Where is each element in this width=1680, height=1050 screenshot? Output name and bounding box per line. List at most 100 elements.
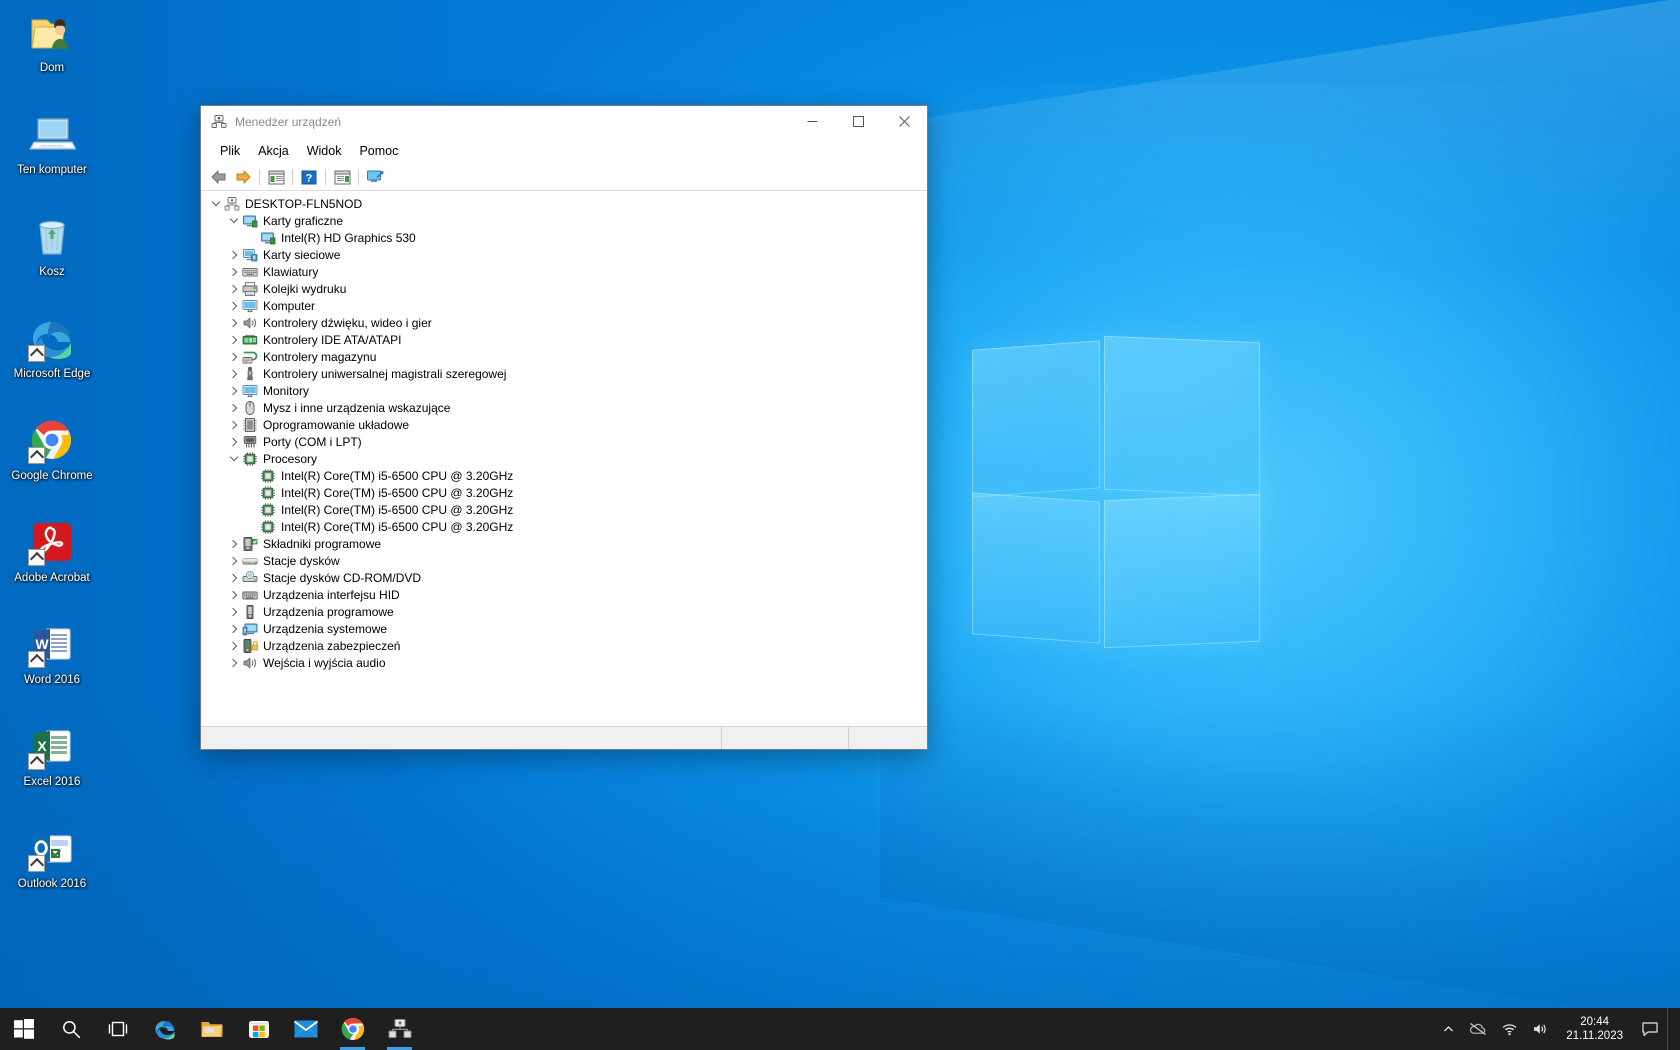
- tree-node[interactable]: Urządzenia zabezpieczeń: [202, 637, 927, 654]
- show-hidden-icons-button[interactable]: [1435, 1008, 1462, 1050]
- tree-node[interactable]: Kontrolery dźwięku, wideo i gier: [202, 314, 927, 331]
- tree-node[interactable]: Kontrolery uniwersalnej magistrali szere…: [202, 365, 927, 382]
- tree-node[interactable]: Intel(R) Core(TM) i5-6500 CPU @ 3.20GHz: [202, 484, 927, 501]
- desktop-icon-excel-2016[interactable]: X Excel 2016: [0, 714, 104, 814]
- desktop-icon-outlook-2016[interactable]: Outlook 2016: [0, 816, 104, 916]
- tree-node[interactable]: Stacje dysków CD-ROM/DVD: [202, 569, 927, 586]
- chevron-right-icon[interactable]: [226, 264, 242, 280]
- chevron-right-icon[interactable]: [226, 281, 242, 297]
- tree-node[interactable]: Wejścia i wyjścia audio: [202, 654, 927, 671]
- tree-node[interactable]: Monitory: [202, 382, 927, 399]
- tree-node[interactable]: Kontrolery magazynu: [202, 348, 927, 365]
- clock[interactable]: 20:44 21.11.2023: [1556, 1008, 1633, 1050]
- tree-node[interactable]: Porty (COM i LPT): [202, 433, 927, 450]
- chrome-icon: [341, 1017, 365, 1041]
- toolbar[interactable]: ?: [201, 164, 927, 191]
- tree-node[interactable]: Kolejki wydruku: [202, 280, 927, 297]
- action-center-button[interactable]: [1633, 1008, 1667, 1050]
- taskbar-microsoft-store[interactable]: [235, 1008, 282, 1050]
- maximize-button[interactable]: [835, 106, 881, 137]
- desktop-icon-google-chrome[interactable]: Google Chrome: [0, 408, 104, 508]
- chevron-down-icon[interactable]: [208, 196, 224, 212]
- tree-node[interactable]: Intel(R) HD Graphics 530: [202, 229, 927, 246]
- chevron-right-icon[interactable]: [226, 247, 242, 263]
- tree-node[interactable]: Komputer: [202, 297, 927, 314]
- chevron-right-icon[interactable]: [226, 349, 242, 365]
- tree-node[interactable]: Oprogramowanie układowe: [202, 416, 927, 433]
- chevron-right-icon[interactable]: [226, 536, 242, 552]
- tree-node[interactable]: Urządzenia systemowe: [202, 620, 927, 637]
- taskbar-chrome[interactable]: [329, 1008, 376, 1050]
- tree-node[interactable]: Intel(R) Core(TM) i5-6500 CPU @ 3.20GHz: [202, 501, 927, 518]
- volume-tray-icon[interactable]: [1525, 1008, 1556, 1050]
- desktop-icon-microsoft-edge[interactable]: Microsoft Edge: [0, 306, 104, 406]
- device-manager-window[interactable]: Menedżer urządzeń PlikAkcjaWidokPomoc: [200, 105, 928, 750]
- menu-item-pomoc[interactable]: Pomoc: [350, 141, 407, 161]
- network-adapter-icon: [242, 247, 258, 263]
- chevron-right-icon[interactable]: [226, 638, 242, 654]
- tree-node[interactable]: Klawiatury: [202, 263, 927, 280]
- tree-node[interactable]: Urządzenia interfejsu HID: [202, 586, 927, 603]
- menu-item-akcja[interactable]: Akcja: [249, 141, 298, 161]
- tree-node[interactable]: Stacje dysków: [202, 552, 927, 569]
- back-button[interactable]: [207, 166, 231, 188]
- network-tray-icon[interactable]: [1494, 1008, 1525, 1050]
- taskbar[interactable]: 20:44 21.11.2023: [0, 1008, 1680, 1050]
- chevron-right-icon[interactable]: [226, 383, 242, 399]
- chevron-right-icon[interactable]: [226, 655, 242, 671]
- desktop-icon-word-2016[interactable]: W Word 2016: [0, 612, 104, 712]
- window-titlebar[interactable]: Menedżer urządzeń: [201, 106, 927, 138]
- chevron-right-icon[interactable]: [226, 417, 242, 433]
- desktop-icon-kosz[interactable]: Kosz: [0, 204, 104, 304]
- taskbar-file-explorer[interactable]: [188, 1008, 235, 1050]
- chevron-right-icon[interactable]: [226, 570, 242, 586]
- help-button[interactable]: ?: [297, 166, 321, 188]
- tree-node[interactable]: Intel(R) Core(TM) i5-6500 CPU @ 3.20GHz: [202, 467, 927, 484]
- task-view-button[interactable]: [94, 1008, 141, 1050]
- chevron-right-icon[interactable]: [226, 315, 242, 331]
- chevron-right-icon[interactable]: [226, 621, 242, 637]
- tree-node-label: Karty sieciowe: [263, 247, 341, 262]
- start-button[interactable]: [0, 1008, 47, 1050]
- desktop-icon-ten-komputer[interactable]: Ten komputer: [0, 102, 104, 202]
- menu-item-widok[interactable]: Widok: [298, 141, 351, 161]
- chevron-right-icon[interactable]: [226, 366, 242, 382]
- tree-node[interactable]: Procesory: [202, 450, 927, 467]
- edge-icon: [153, 1017, 177, 1041]
- tree-node[interactable]: Karty graficzne: [202, 212, 927, 229]
- search-button[interactable]: [47, 1008, 94, 1050]
- chevron-right-icon[interactable]: [226, 604, 242, 620]
- minimize-button[interactable]: [789, 106, 835, 137]
- menu-bar[interactable]: Plik Akcja Widok Pomoc: [201, 138, 927, 164]
- taskbar-device-manager[interactable]: [376, 1008, 423, 1050]
- menu-item-plik[interactable]: Plik: [211, 141, 249, 161]
- scan-hardware-button[interactable]: [363, 166, 387, 188]
- taskbar-edge[interactable]: [141, 1008, 188, 1050]
- properties-button[interactable]: [264, 166, 288, 188]
- tree-node[interactable]: Urządzenia programowe: [202, 603, 927, 620]
- tree-node[interactable]: Karty sieciowe: [202, 246, 927, 263]
- chevron-down-icon[interactable]: [226, 451, 242, 467]
- tree-node[interactable]: Intel(R) Core(TM) i5-6500 CPU @ 3.20GHz: [202, 518, 927, 535]
- onedrive-tray-icon[interactable]: [1462, 1008, 1494, 1050]
- chevron-right-icon[interactable]: [226, 400, 242, 416]
- desktop-icon-adobe-acrobat[interactable]: Adobe Acrobat: [0, 510, 104, 610]
- tree-node[interactable]: Kontrolery IDE ATA/ATAPI: [202, 331, 927, 348]
- chevron-right-icon[interactable]: [226, 553, 242, 569]
- update-driver-button[interactable]: [330, 166, 354, 188]
- desktop-icon-dom[interactable]: Dom: [0, 0, 104, 100]
- close-button[interactable]: [881, 106, 927, 137]
- system-tray: 20:44 21.11.2023: [1435, 1008, 1680, 1050]
- tree-node[interactable]: Składniki programowe: [202, 535, 927, 552]
- show-desktop-button[interactable]: [1667, 1008, 1676, 1050]
- chevron-down-icon[interactable]: [226, 213, 242, 229]
- chevron-right-icon[interactable]: [226, 298, 242, 314]
- forward-button[interactable]: [231, 166, 255, 188]
- device-tree[interactable]: DESKTOP-FLN5NOD Karty graficzne Intel(R)…: [201, 191, 927, 726]
- taskbar-mail[interactable]: [282, 1008, 329, 1050]
- chevron-right-icon[interactable]: [226, 434, 242, 450]
- chevron-right-icon[interactable]: [226, 332, 242, 348]
- tree-node-root[interactable]: DESKTOP-FLN5NOD: [202, 195, 927, 212]
- chevron-right-icon[interactable]: [226, 587, 242, 603]
- tree-node[interactable]: Mysz i inne urządzenia wskazujące: [202, 399, 927, 416]
